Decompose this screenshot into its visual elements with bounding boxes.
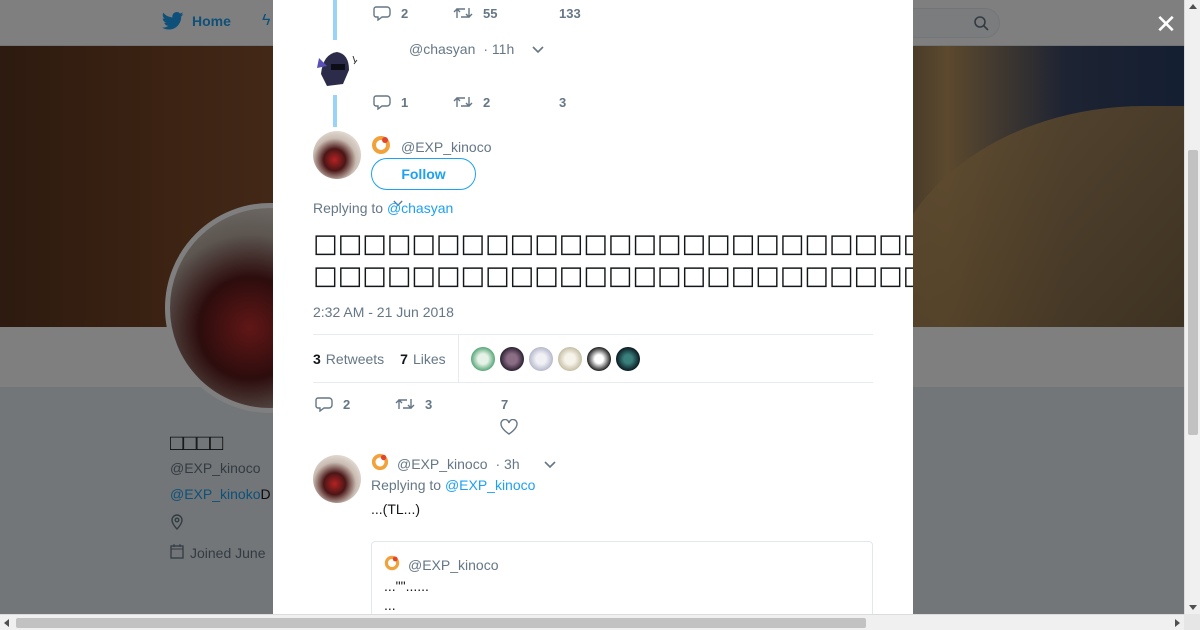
avatar[interactable]: [470, 346, 495, 371]
scrollbar-corner: [1184, 614, 1200, 630]
quoted-tweet[interactable]: @EXP_kinoco ...""...... ...: [371, 541, 873, 614]
tweet-time[interactable]: · 11h: [483, 41, 514, 57]
vertical-scrollbar[interactable]: [1184, 0, 1200, 614]
retweets-count: 3: [313, 350, 321, 367]
tweet-text: □□□□□□□□□□□□□□□□□□□□□□□□□□□99%□□ □□□□□□□…: [313, 228, 913, 292]
thread-line: [333, 0, 337, 40]
avatar[interactable]: [615, 346, 640, 371]
like-count: 7: [501, 396, 509, 412]
mushroom-icon: [384, 555, 400, 574]
reply-button[interactable]: 1: [373, 94, 453, 110]
quoted-text-line: ...: [384, 597, 396, 613]
tweet-actions: 2 55 133: [373, 5, 581, 21]
tweet-timestamp[interactable]: 2:32 AM - 21 Jun 2018: [313, 304, 454, 320]
retweet-button[interactable]: 3: [395, 397, 501, 412]
reply-icon: [373, 95, 391, 110]
retweet-count: 2: [483, 94, 491, 110]
scroll-down-arrow[interactable]: [1189, 605, 1197, 610]
tweet-text-line: □□□□□□□□□□□□□□□□□□□□□□□□□□□□□□□□□: [313, 261, 913, 291]
quoted-text: ...""...... ...: [384, 577, 429, 614]
tweet-actions: 2 3 7: [315, 396, 508, 412]
chevron-down-icon[interactable]: [544, 456, 556, 472]
tweet-time[interactable]: · 3h: [495, 456, 519, 472]
like-button[interactable]: 7: [501, 397, 508, 412]
scrollbar-thumb[interactable]: [16, 618, 866, 628]
tweet-stats: 3 Retweets 7 Likes: [313, 334, 873, 383]
avatar[interactable]: [313, 131, 361, 179]
thread-line: [333, 95, 337, 127]
retweet-icon: [453, 97, 473, 107]
reply-count: 2: [343, 396, 351, 412]
heart-icon[interactable]: [500, 418, 518, 440]
chevron-down-icon[interactable]: [532, 41, 544, 57]
replying-to: Replying to @EXP_kinoco: [371, 477, 535, 493]
tweet-header: @EXP_kinoco: [384, 555, 498, 574]
retweet-icon: [453, 8, 473, 18]
likers-list: [470, 346, 640, 371]
retweets-label: Retweets: [325, 350, 385, 367]
mushroom-icon: [371, 135, 391, 158]
replying-label: Replying to: [371, 477, 442, 493]
tweet-text: ...(TL...): [371, 501, 420, 517]
like-button[interactable]: 133: [559, 6, 581, 21]
quoted-text-line: ...""......: [384, 578, 429, 594]
likes-stat[interactable]: 7 Likes: [400, 351, 445, 367]
retweet-button[interactable]: 55: [453, 6, 559, 21]
tweet-header: @EXP_kinoco: [371, 135, 491, 158]
avatar[interactable]: [557, 346, 582, 371]
like-count: 133: [559, 5, 581, 21]
reply-icon: [373, 6, 391, 21]
avatar[interactable]: [528, 346, 553, 371]
reply-count: 2: [401, 5, 409, 21]
replying-to: Replying to @chasyan: [313, 200, 453, 216]
tweet-header: @chasyan · 11h: [409, 41, 544, 57]
scrollbar-thumb[interactable]: [1188, 150, 1198, 435]
mushroom-icon: [371, 453, 389, 474]
reply-count: 1: [401, 94, 409, 110]
avatar[interactable]: [499, 346, 524, 371]
tweet-handle[interactable]: @EXP_kinoco: [397, 456, 487, 472]
tweet-header: @EXP_kinoco · 3h: [371, 453, 556, 474]
replying-link[interactable]: @EXP_kinoco: [445, 477, 535, 493]
reply-button[interactable]: 2: [373, 5, 453, 21]
replying-link[interactable]: @chasyan: [387, 200, 453, 216]
tweet-handle[interactable]: @chasyan: [409, 41, 475, 57]
like-button[interactable]: 3: [559, 95, 566, 110]
avatar[interactable]: [313, 44, 361, 92]
likes-count: 7: [400, 350, 408, 367]
retweet-button[interactable]: 2: [453, 95, 559, 110]
likes-label: Likes: [412, 350, 446, 367]
tweet-handle[interactable]: @EXP_kinoco: [401, 139, 491, 155]
horizontal-scrollbar[interactable]: [0, 614, 1184, 630]
scroll-up-arrow[interactable]: [1189, 4, 1197, 9]
avatar[interactable]: [313, 455, 361, 503]
tweet-modal: 2 55 133 @chasyan · 11h 1 2 3 @EXP_kinoc…: [273, 0, 913, 614]
scroll-right-arrow[interactable]: [1175, 619, 1180, 627]
reply-icon: [315, 397, 333, 412]
tweet-text-line: □□□□□□□□□□□□□□□□□□□□□□□□□□□99%□□ □□□□□□□…: [313, 229, 913, 259]
retweets-stat[interactable]: 3 Retweets: [313, 351, 384, 367]
retweet-count: 3: [425, 396, 433, 412]
avatar[interactable]: [586, 346, 611, 371]
like-count: 3: [559, 94, 567, 110]
scroll-left-arrow[interactable]: [4, 619, 9, 627]
tweet-actions: 1 2 3: [373, 94, 566, 110]
retweet-icon: [395, 399, 415, 409]
close-icon[interactable]: ✕: [1154, 11, 1178, 37]
replying-label: Replying to: [313, 200, 384, 216]
follow-button[interactable]: Follow: [371, 158, 476, 190]
reply-button[interactable]: 2: [315, 396, 395, 412]
retweet-count: 55: [483, 5, 498, 21]
tweet-handle: @EXP_kinoco: [408, 556, 499, 573]
